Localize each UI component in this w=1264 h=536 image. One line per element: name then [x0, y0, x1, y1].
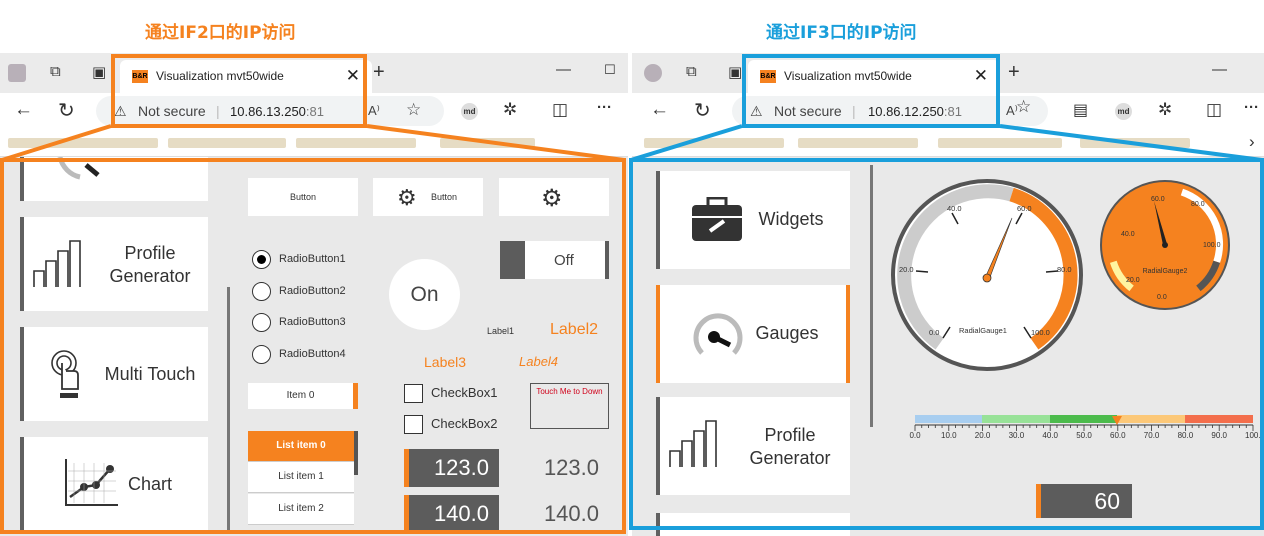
connector-lines	[1, 124, 1263, 162]
